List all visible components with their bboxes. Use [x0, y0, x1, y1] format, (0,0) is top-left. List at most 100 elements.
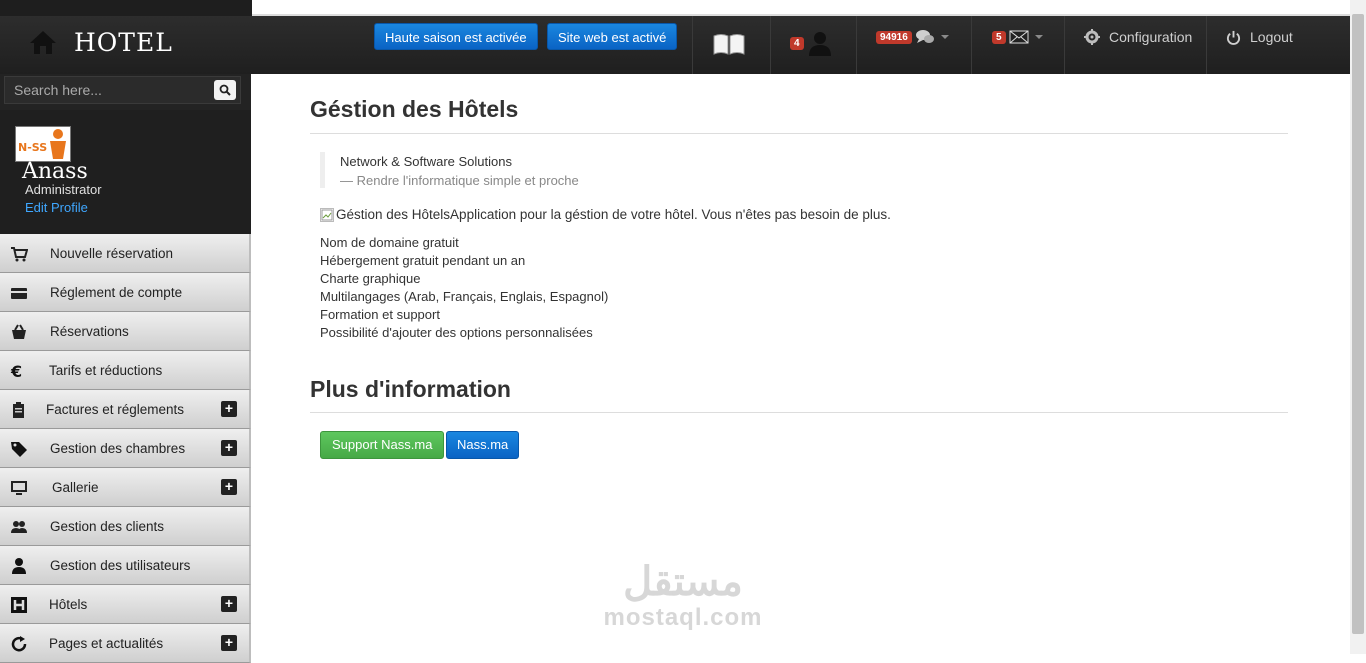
svg-text:N-SS: N-SS — [18, 141, 47, 154]
feature-item: Possibilité d'ajouter des options person… — [320, 325, 593, 340]
avatar: N-SS — [15, 126, 71, 162]
configuration-label: Configuration — [1109, 29, 1193, 45]
expand-icon[interactable]: + — [221, 440, 237, 456]
header-divider — [1064, 16, 1065, 74]
feature-list: Nom de domaine gratuit Hébergement gratu… — [320, 234, 608, 342]
scrollbar[interactable] — [1350, 0, 1366, 654]
sidebar-item-pages[interactable]: Pages et actualités + — [0, 624, 251, 663]
sidebar-item-factures[interactable]: Factures et réglements + — [0, 390, 251, 429]
brand[interactable]: HOTEL — [28, 22, 173, 62]
hotel-icon — [11, 597, 27, 613]
expand-icon[interactable]: + — [221, 401, 237, 417]
sidebar-menu: Nouvelle réservation Réglement de compte… — [0, 234, 251, 663]
section-title: Plus d'information — [310, 376, 511, 402]
home-icon — [30, 31, 56, 54]
feature-item: Formation et support — [320, 307, 440, 322]
profile-name: Anass — [22, 159, 88, 184]
svg-text:€: € — [10, 362, 22, 380]
search-button[interactable] — [214, 80, 236, 100]
header-divider — [971, 16, 972, 74]
guide-button[interactable] — [712, 22, 746, 64]
expand-icon[interactable]: + — [221, 479, 237, 495]
intro-paragraph: Géstion des HôtelsApplication pour la gé… — [320, 207, 891, 222]
profile-role: Administrator — [25, 182, 102, 197]
book-icon — [713, 34, 745, 55]
euro-icon: € — [10, 362, 22, 380]
sidebar-item-reglement-compte[interactable]: Réglement de compte — [0, 273, 251, 312]
envelope-icon — [1009, 30, 1029, 44]
cart-icon — [11, 247, 28, 262]
sidebar: N-SS Anass Administrator Edit Profile No… — [0, 74, 251, 663]
sidebar-item-label: Nouvelle réservation — [50, 246, 174, 261]
chevron-down-icon — [1034, 35, 1043, 39]
nss-logo: N-SS — [18, 129, 66, 159]
sidebar-item-label: Gestion des utilisateurs — [50, 558, 191, 573]
sidebar-item-label: Réglement de compte — [50, 285, 183, 300]
intro-text: Géstion des HôtelsApplication pour la gé… — [336, 207, 891, 222]
monitor-icon — [11, 481, 27, 495]
credit-card-icon — [11, 288, 27, 299]
users-badge: 4 — [790, 36, 804, 50]
sidebar-item-gallerie[interactable]: Gallerie + — [0, 468, 251, 507]
sidebar-item-label: Gestion des clients — [50, 519, 165, 534]
support-button[interactable]: Support Nass.ma — [320, 431, 445, 459]
refresh-icon — [11, 636, 27, 652]
basket-icon — [12, 324, 26, 339]
search-input[interactable] — [5, 77, 214, 103]
sidebar-item-label: Gestion des chambres — [50, 441, 186, 456]
user-icon — [12, 558, 26, 574]
logout-link[interactable]: Logout — [1226, 16, 1293, 58]
sidebar-item-label: Pages et actualités — [49, 636, 164, 651]
sidebar-item-reservations[interactable]: Réservations — [0, 312, 251, 351]
haute-saison-button[interactable]: Haute saison est activée — [374, 23, 538, 50]
sidebar-item-label: Réservations — [50, 324, 129, 339]
messages-badge: 94916 — [876, 30, 912, 44]
sidebar-item-label: Gallerie — [52, 480, 99, 495]
sidebar-item-nouvelle-reservation[interactable]: Nouvelle réservation — [0, 234, 251, 273]
mail-badge: 5 — [992, 30, 1006, 44]
watermark-latin: mostaql.com — [603, 604, 763, 631]
tag-icon — [11, 442, 27, 457]
clipboard-icon — [13, 402, 24, 418]
sidebar-item-hotels[interactable]: Hôtels + — [0, 585, 251, 624]
sidebar-item-clients[interactable]: Gestion des clients — [0, 507, 251, 546]
chevron-down-icon — [940, 35, 949, 39]
blockquote: Network & Software Solutions — Rendre l'… — [320, 152, 579, 188]
header-divider — [770, 16, 771, 74]
watermark-arabic: مستقل — [623, 560, 743, 604]
edit-profile-link[interactable]: Edit Profile — [25, 200, 88, 215]
sidebar-item-label: Hôtels — [49, 597, 88, 612]
mail-notification[interactable]: 5 — [992, 16, 1043, 58]
sidebar-item-utilisateurs[interactable]: Gestion des utilisateurs — [0, 546, 251, 585]
feature-item: Multilangages (Arab, Français, Englais, … — [320, 289, 609, 304]
feature-item: Charte graphique — [320, 271, 421, 286]
top-strip-dark — [0, 0, 252, 16]
expand-icon[interactable]: + — [221, 596, 237, 612]
search-icon — [219, 84, 231, 96]
users-notification[interactable]: 4 — [790, 22, 833, 64]
broken-image-icon — [320, 207, 334, 222]
user-silhouette-icon — [808, 32, 831, 56]
app-title: HOTEL — [74, 27, 173, 57]
header-divider — [856, 16, 857, 74]
configuration-link[interactable]: Configuration — [1084, 16, 1192, 58]
feature-item: Nom de domaine gratuit — [320, 235, 459, 250]
messages-notification[interactable]: 94916 — [876, 16, 949, 58]
gear-icon — [1084, 29, 1100, 45]
nass-button[interactable]: Nass.ma — [446, 431, 520, 459]
sidebar-item-chambres[interactable]: Gestion des chambres + — [0, 429, 251, 468]
sidebar-search — [4, 76, 241, 104]
quote-text: Network & Software Solutions — [340, 154, 512, 169]
watermark: مستقل mostaql.com — [598, 560, 768, 640]
expand-icon[interactable]: + — [221, 635, 237, 651]
feature-item: Hébergement gratuit pendant un an — [320, 253, 526, 268]
divider — [310, 133, 1288, 134]
power-icon — [1226, 30, 1241, 45]
header-divider — [692, 16, 693, 74]
sidebar-item-tarifs[interactable]: € Tarifs et réductions — [0, 351, 251, 390]
logout-label: Logout — [1250, 29, 1293, 45]
sidebar-item-label: Tarifs et réductions — [49, 363, 163, 378]
scroll-thumb[interactable] — [1352, 14, 1364, 634]
site-web-button[interactable]: Site web est activé — [547, 23, 678, 50]
sidebar-item-label: Factures et réglements — [46, 402, 185, 417]
